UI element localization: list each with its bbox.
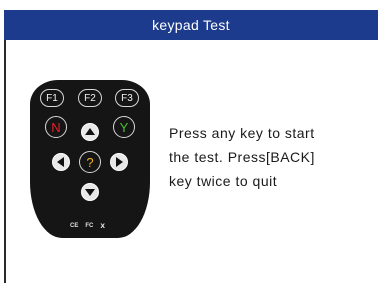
ce-mark: CE	[70, 223, 79, 229]
right-arrow-icon	[116, 157, 123, 167]
class-mark: Ⅹ	[100, 224, 105, 230]
help-key[interactable]: ?	[79, 151, 101, 173]
page-title: keypad Test	[4, 10, 378, 40]
f3-key-label: F3	[121, 92, 133, 104]
y-key[interactable]: Y	[113, 116, 135, 138]
y-key-label: Y	[119, 119, 129, 135]
help-key-label: ?	[86, 154, 94, 170]
page-title-text: keypad Test	[152, 17, 230, 33]
f1-key[interactable]: F1	[40, 89, 64, 107]
n-key-label: N	[51, 119, 61, 135]
left-arrow-icon	[57, 157, 64, 167]
up-arrow-icon	[85, 128, 95, 135]
keypad-test-screen: keypad Test F1 F2 F3 N Y ? CE FC Ⅹ Press…	[0, 0, 378, 283]
f1-key-label: F1	[46, 92, 58, 104]
instruction-line-1: Press any key to start	[169, 125, 315, 141]
right-arrow-key[interactable]	[110, 153, 128, 171]
down-arrow-icon	[85, 189, 95, 196]
up-arrow-key[interactable]	[81, 123, 99, 141]
f3-key[interactable]: F3	[115, 89, 139, 107]
instruction-text: Press any key to start the test. Press[B…	[169, 121, 369, 193]
keypad-illustration: F1 F2 F3 N Y ? CE FC Ⅹ	[30, 80, 150, 238]
certification-marks: CE FC Ⅹ	[70, 223, 118, 230]
f2-key-label: F2	[84, 92, 96, 104]
left-divider	[4, 40, 6, 283]
f2-key[interactable]: F2	[78, 89, 102, 107]
down-arrow-key[interactable]	[81, 183, 99, 201]
instruction-line-2: the test. Press[BACK]	[169, 149, 315, 165]
left-arrow-key[interactable]	[52, 153, 70, 171]
fcc-mark: FC	[85, 223, 94, 229]
n-key[interactable]: N	[45, 116, 67, 138]
instruction-line-3: key twice to quit	[169, 173, 278, 189]
